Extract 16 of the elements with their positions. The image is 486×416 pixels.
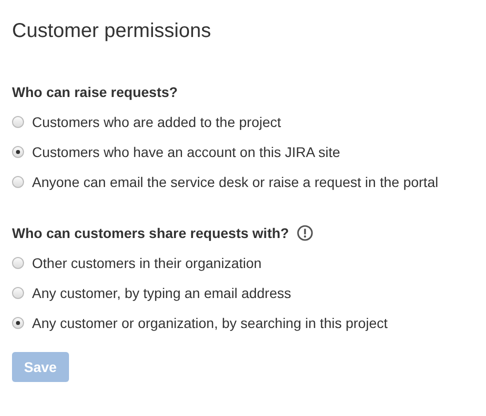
option-label[interactable]: Any customer, by typing an email address: [32, 285, 292, 301]
option-label[interactable]: Anyone can email the service desk or raise a request in the portal: [32, 174, 438, 190]
page-title: Customer permissions: [12, 19, 212, 43]
option-label[interactable]: Any customer or organization, by searching in this project: [32, 315, 388, 331]
radio-button[interactable]: [12, 287, 24, 299]
radio-button[interactable]: [12, 317, 24, 329]
section-heading: Who can customers share requests with?: [12, 225, 289, 241]
option-label[interactable]: Customers who have an account on this JIRA site: [32, 144, 340, 160]
radio-button[interactable]: [12, 116, 24, 128]
radio-button[interactable]: [12, 146, 24, 158]
info-icon[interactable]: [296, 225, 313, 241]
radio-button[interactable]: [12, 176, 24, 188]
section-heading: Who can raise requests?: [12, 84, 178, 100]
option-label[interactable]: Customers who are added to the project: [32, 114, 282, 130]
radio-button[interactable]: [12, 257, 24, 269]
option-label[interactable]: Other customers in their organization: [32, 255, 262, 271]
